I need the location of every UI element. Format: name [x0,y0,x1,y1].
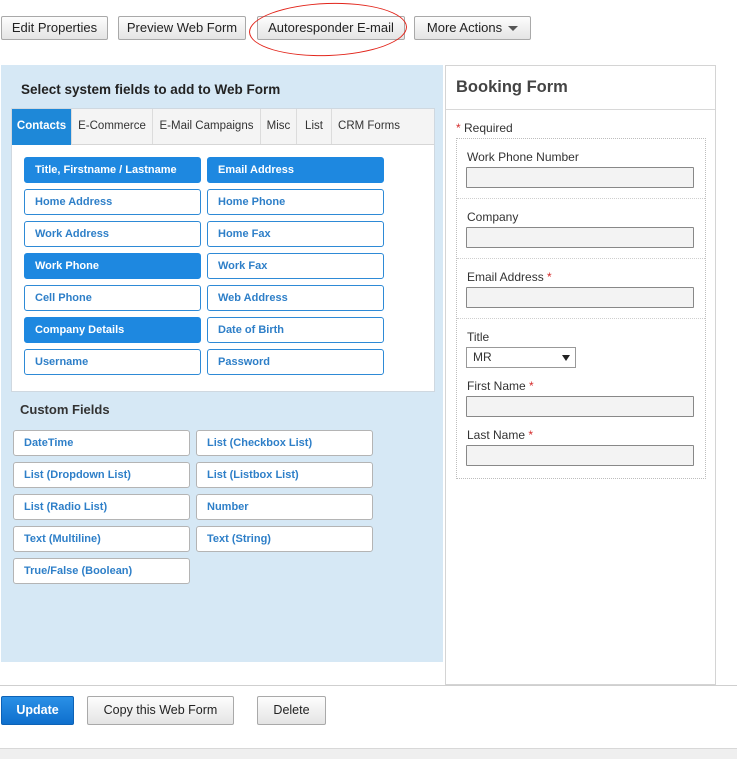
system-field-button[interactable]: Company Details [24,317,201,343]
company-input[interactable] [466,227,694,248]
tab-misc[interactable]: Misc [261,109,297,144]
required-note-label: Required [464,121,513,135]
custom-field-button[interactable]: Text (String) [196,526,373,552]
update-button[interactable]: Update [1,696,74,725]
system-field-button[interactable]: Date of Birth [207,317,384,343]
form-preview-panel: Booking Form * Required Work Phone Numbe… [445,65,716,685]
custom-field-button[interactable]: List (Dropdown List) [13,462,190,488]
system-field-button[interactable]: Home Address [24,189,201,215]
system-fields-title: Select system fields to add to Web Form [21,82,281,97]
tab-list[interactable]: List [297,109,332,144]
field-category-tabs: Contacts E-Commerce E-Mail Campaigns Mis… [12,109,434,145]
divider [446,109,715,110]
required-star: * [547,270,552,284]
delete-button[interactable]: Delete [257,696,326,725]
system-field-button[interactable]: Home Phone [207,189,384,215]
title-select[interactable]: MR [466,347,576,368]
autoresponder-email-button[interactable]: Autoresponder E-mail [257,16,405,40]
email-label: Email Address * [467,270,552,284]
first-name-input[interactable] [466,396,694,417]
email-label-text: Email Address [467,270,544,284]
system-fields-box: Contacts E-Commerce E-Mail Campaigns Mis… [11,108,435,392]
system-field-button[interactable]: Web Address [207,285,384,311]
field-picker-panel: Select system fields to add to Web Form … [1,65,443,662]
custom-field-button[interactable]: List (Listbox List) [196,462,373,488]
chevron-down-icon [508,26,519,32]
divider [0,685,737,686]
required-star: * [528,428,534,442]
custom-field-button[interactable]: DateTime [13,430,190,456]
required-note: * Required [456,121,513,135]
system-field-button[interactable]: Work Phone [24,253,201,279]
copy-web-form-button[interactable]: Copy this Web Form [87,696,234,725]
email-input[interactable] [466,287,694,308]
company-label: Company [467,210,519,224]
custom-field-button[interactable]: Text (Multiline) [13,526,190,552]
form-fields-box: Work Phone Number Company Email Address … [456,138,706,479]
title-select-value: MR [473,350,492,364]
more-actions-button[interactable]: More Actions [414,16,531,40]
title-label: Title [467,330,490,344]
edit-properties-button[interactable]: Edit Properties [1,16,108,40]
tab-e-commerce[interactable]: E-Commerce [72,109,153,144]
custom-field-button[interactable]: Number [196,494,373,520]
system-field-button[interactable]: Cell Phone [24,285,201,311]
system-field-button[interactable]: Work Fax [207,253,384,279]
tab-crm-forms[interactable]: CRM Forms [332,109,406,144]
tab-e-mail-campaigns[interactable]: E-Mail Campaigns [153,109,261,144]
form-row-email[interactable]: Email Address * [457,259,705,319]
preview-web-form-button[interactable]: Preview Web Form [118,16,246,40]
work-phone-label: Work Phone Number [467,150,579,164]
first-name-label: First Name * [467,379,534,393]
custom-field-button[interactable]: List (Radio List) [13,494,190,520]
system-field-button[interactable]: Work Address [24,221,201,247]
form-row-name[interactable]: Title MR First Name * Last Name * [457,319,705,479]
form-title: Booking Form [456,78,568,96]
last-name-label: Last Name * [467,428,533,442]
system-field-button[interactable]: Username [24,349,201,375]
form-row-work-phone[interactable]: Work Phone Number [457,139,705,199]
system-field-button[interactable]: Password [207,349,384,375]
last-name-input[interactable] [466,445,694,466]
footer-bar [0,748,737,759]
system-field-button[interactable]: Home Fax [207,221,384,247]
form-row-company[interactable]: Company [457,199,705,259]
chevron-down-icon [562,355,570,361]
custom-field-button[interactable]: List (Checkbox List) [196,430,373,456]
more-actions-label: More Actions [426,20,503,35]
last-name-label-text: Last Name [467,428,526,442]
system-field-button[interactable]: Email Address [207,157,384,183]
custom-field-button[interactable]: True/False (Boolean) [13,558,190,584]
custom-fields-title: Custom Fields [20,402,110,417]
system-field-button[interactable]: Title, Firstname / Lastname [24,157,201,183]
required-star: * [456,121,461,135]
required-star: * [529,379,534,393]
first-name-label-text: First Name [467,379,526,393]
tab-contacts[interactable]: Contacts [12,109,72,145]
work-phone-input[interactable] [466,167,694,188]
